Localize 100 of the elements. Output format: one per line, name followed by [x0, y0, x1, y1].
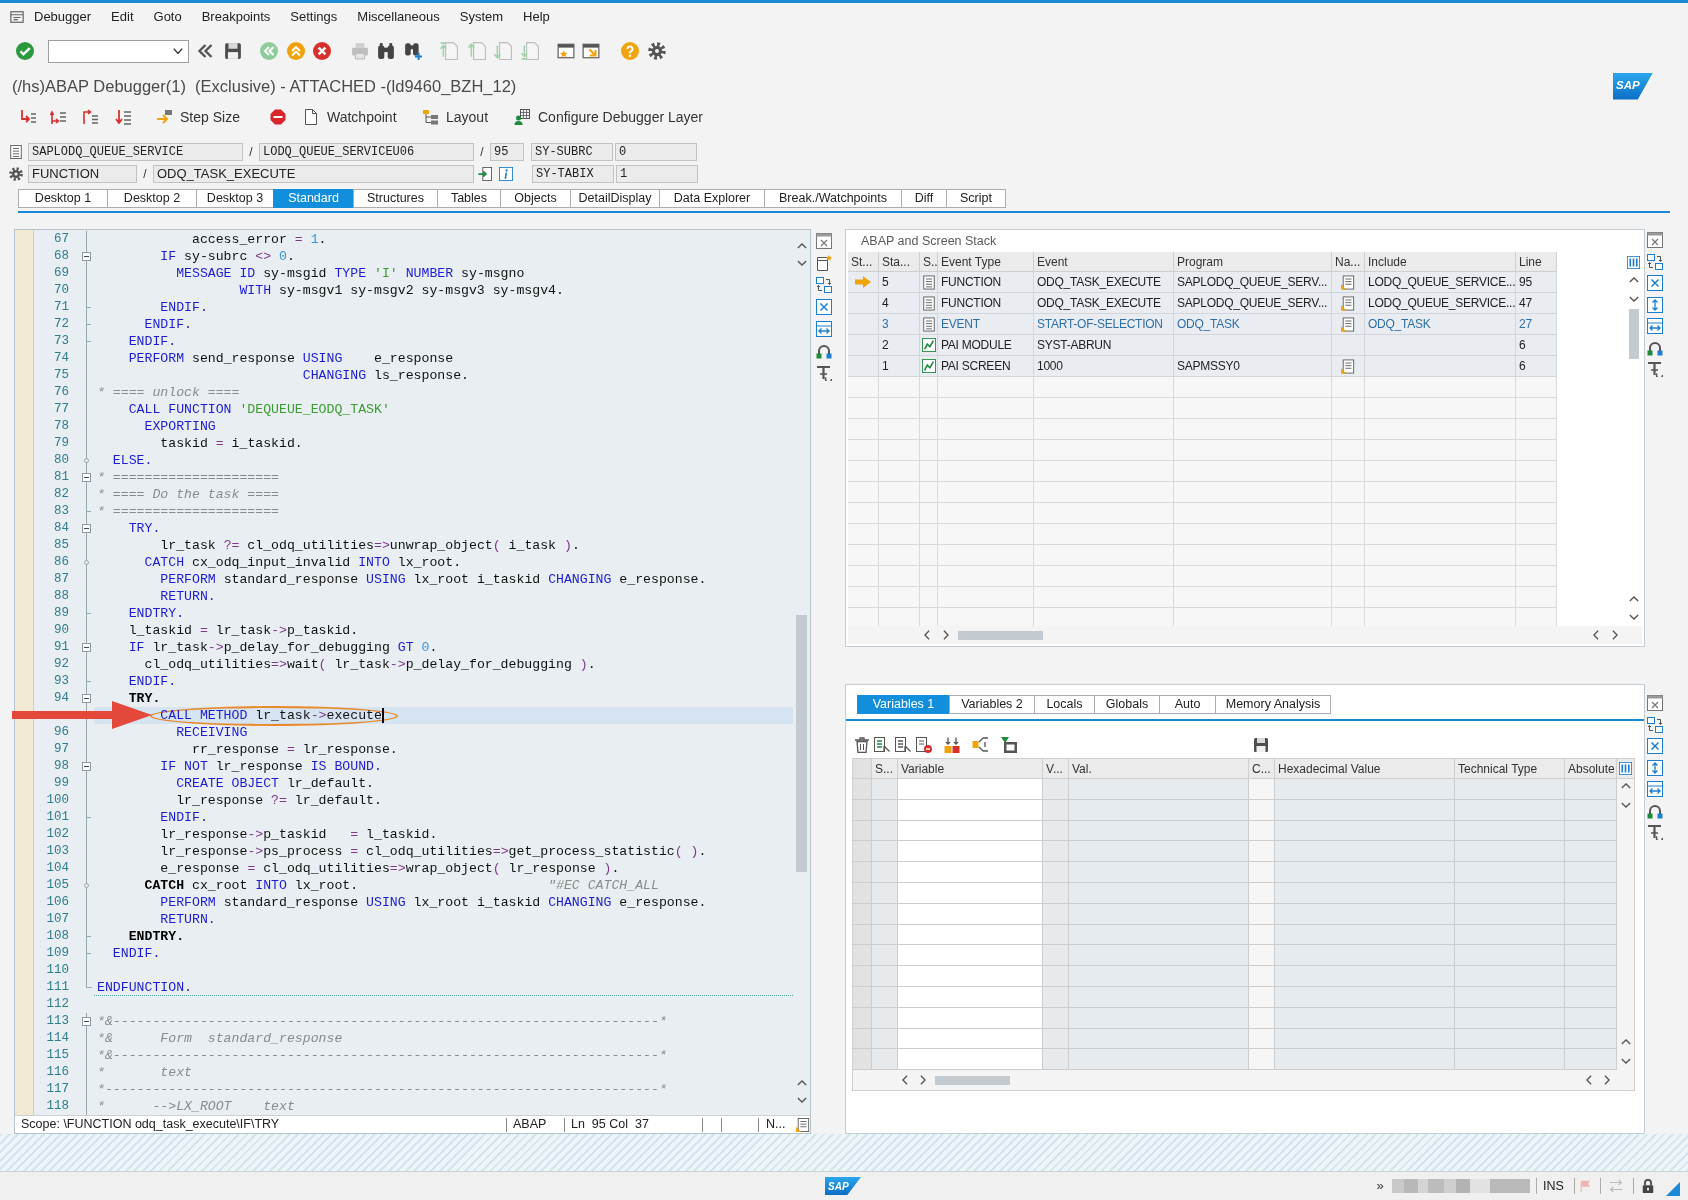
- close-icon[interactable]: [815, 233, 832, 249]
- scrollbar-track[interactable]: [853, 1070, 1634, 1090]
- new-page-icon[interactable]: [815, 255, 832, 271]
- swap-icon[interactable]: [815, 277, 832, 293]
- column-header[interactable]: V...: [1043, 759, 1069, 779]
- document-icon[interactable]: [796, 1117, 810, 1132]
- menu-item[interactable]: Help: [513, 5, 560, 28]
- caret-icon[interactable]: [173, 48, 183, 54]
- text-field[interactable]: LODQ_QUEUE_SERVICEU06: [259, 143, 474, 161]
- variable-input[interactable]: [898, 820, 1043, 842]
- double-chevron-left-icon[interactable]: [197, 43, 213, 59]
- collapse-icon[interactable]: [82, 762, 91, 771]
- variable-input[interactable]: [898, 966, 1043, 987]
- tab[interactable]: Data Explorer: [659, 189, 765, 208]
- column-header[interactable]: Event Type: [938, 252, 1034, 272]
- box-x-icon[interactable]: [815, 299, 832, 315]
- chevron-down-icon[interactable]: [1628, 614, 1639, 620]
- chevron-right-icon[interactable]: [1612, 630, 1618, 640]
- download-box-icon[interactable]: [1001, 737, 1017, 753]
- chevron-right-icon[interactable]: [943, 630, 949, 640]
- chevron-up-icon[interactable]: [1620, 783, 1631, 789]
- binoculars-icon[interactable]: [377, 42, 395, 60]
- tab[interactable]: Desktop 2: [107, 189, 197, 208]
- tab[interactable]: Locals: [1034, 695, 1095, 714]
- chevron-left-icon[interactable]: [1586, 1075, 1592, 1085]
- tab[interactable]: Variables 1: [857, 695, 950, 714]
- column-header[interactable]: Variable: [898, 759, 1043, 779]
- arrow-list-icon[interactable]: [82, 109, 98, 125]
- collapse-icon[interactable]: [82, 524, 91, 533]
- column-header[interactable]: Val.: [1069, 759, 1249, 779]
- chevron-down-icon[interactable]: [796, 1097, 807, 1103]
- horizontal-arrows-icon[interactable]: [815, 321, 832, 337]
- blocks-icon[interactable]: [944, 737, 960, 753]
- tab[interactable]: Globals: [1094, 695, 1160, 714]
- variable-input[interactable]: [898, 1049, 1043, 1070]
- chevron-down-icon[interactable]: [1620, 802, 1631, 808]
- chevron-left-icon[interactable]: [902, 1075, 908, 1085]
- scrollbar-thumb[interactable]: [1628, 309, 1639, 359]
- variable-input[interactable]: [898, 986, 1043, 1008]
- horizontal-arrows-icon[interactable]: [1647, 318, 1663, 334]
- tool-icon[interactable]: [1647, 361, 1663, 377]
- column-header[interactable]: Line: [1516, 252, 1557, 272]
- variable-input[interactable]: [898, 883, 1043, 904]
- vertical-arrows-icon[interactable]: [1647, 296, 1663, 313]
- save-icon[interactable]: [224, 42, 242, 60]
- branch-icon[interactable]: [972, 737, 988, 753]
- list-cursor-icon[interactable]: [874, 737, 890, 753]
- collapse-icon[interactable]: [82, 1017, 91, 1026]
- arrow-list-icon[interactable]: [50, 109, 66, 125]
- column-header[interactable]: Sta...: [879, 252, 920, 272]
- binoculars-plus-icon[interactable]: [404, 42, 422, 60]
- variable-input[interactable]: [898, 924, 1043, 946]
- column-settings-icon[interactable]: [1619, 762, 1632, 775]
- document-icon[interactable]: [1341, 274, 1355, 290]
- swap-icon[interactable]: [1647, 716, 1663, 733]
- info-icon[interactable]: [499, 167, 513, 181]
- save-icon[interactable]: [1253, 737, 1269, 753]
- column-header[interactable]: Technical Type: [1455, 759, 1565, 779]
- column-header[interactable]: S..: [920, 252, 938, 272]
- toolbar-button[interactable]: Layout: [422, 106, 506, 128]
- close-icon[interactable]: [1647, 695, 1663, 711]
- chevron-up-icon[interactable]: [1620, 1039, 1631, 1045]
- tab[interactable]: Tables: [437, 189, 501, 208]
- variable-input[interactable]: [898, 945, 1043, 967]
- command-field[interactable]: [48, 39, 189, 63]
- variable-input[interactable]: [898, 779, 1043, 800]
- column-header[interactable]: St...: [848, 252, 879, 272]
- text-field[interactable]: SY-TABIX: [532, 165, 614, 183]
- toolbar-button[interactable]: Step Size: [156, 106, 262, 128]
- settings-icon[interactable]: [648, 42, 666, 60]
- column-header[interactable]: Event: [1034, 252, 1174, 272]
- expand-button[interactable]: »: [1375, 1176, 1385, 1196]
- tab[interactable]: Desktop 1: [18, 189, 108, 208]
- chevron-left-icon[interactable]: [1593, 630, 1599, 640]
- trash-icon[interactable]: [854, 737, 870, 753]
- column-settings-icon[interactable]: [1627, 255, 1640, 269]
- column-header[interactable]: Hexadecimal Value: [1275, 759, 1455, 779]
- column-header[interactable]: C...: [1249, 759, 1275, 779]
- toolbar-button[interactable]: Configure Debugger Layer: [514, 106, 703, 128]
- text-field[interactable]: 0: [615, 143, 697, 161]
- tab[interactable]: Desktop 3: [196, 189, 274, 208]
- stop-sign-icon[interactable]: [270, 109, 286, 125]
- chevron-right-icon[interactable]: [920, 1075, 926, 1085]
- menu-item[interactable]: Miscellaneous: [347, 5, 450, 28]
- tab[interactable]: Standard: [273, 189, 354, 208]
- column-header[interactable]: Include: [1365, 252, 1516, 272]
- toolbar-button[interactable]: Watchpoint: [303, 106, 414, 128]
- collapse-icon[interactable]: [82, 694, 91, 703]
- collapse-icon[interactable]: [82, 252, 91, 261]
- scrollbar-thumb[interactable]: [935, 1075, 1010, 1085]
- tool-icon[interactable]: [815, 365, 832, 381]
- menu-item[interactable]: Edit: [101, 5, 144, 28]
- variable-input[interactable]: [898, 903, 1043, 925]
- column-header[interactable]: Program: [1174, 252, 1332, 272]
- variable-input[interactable]: [898, 1028, 1043, 1050]
- chevron-up-icon[interactable]: [1628, 277, 1639, 283]
- document-icon[interactable]: [1341, 358, 1355, 374]
- close-icon[interactable]: [1647, 232, 1663, 248]
- text-field[interactable]: SAPLODQ_QUEUE_SERVICE: [28, 143, 243, 161]
- arc-icon[interactable]: [1647, 339, 1663, 356]
